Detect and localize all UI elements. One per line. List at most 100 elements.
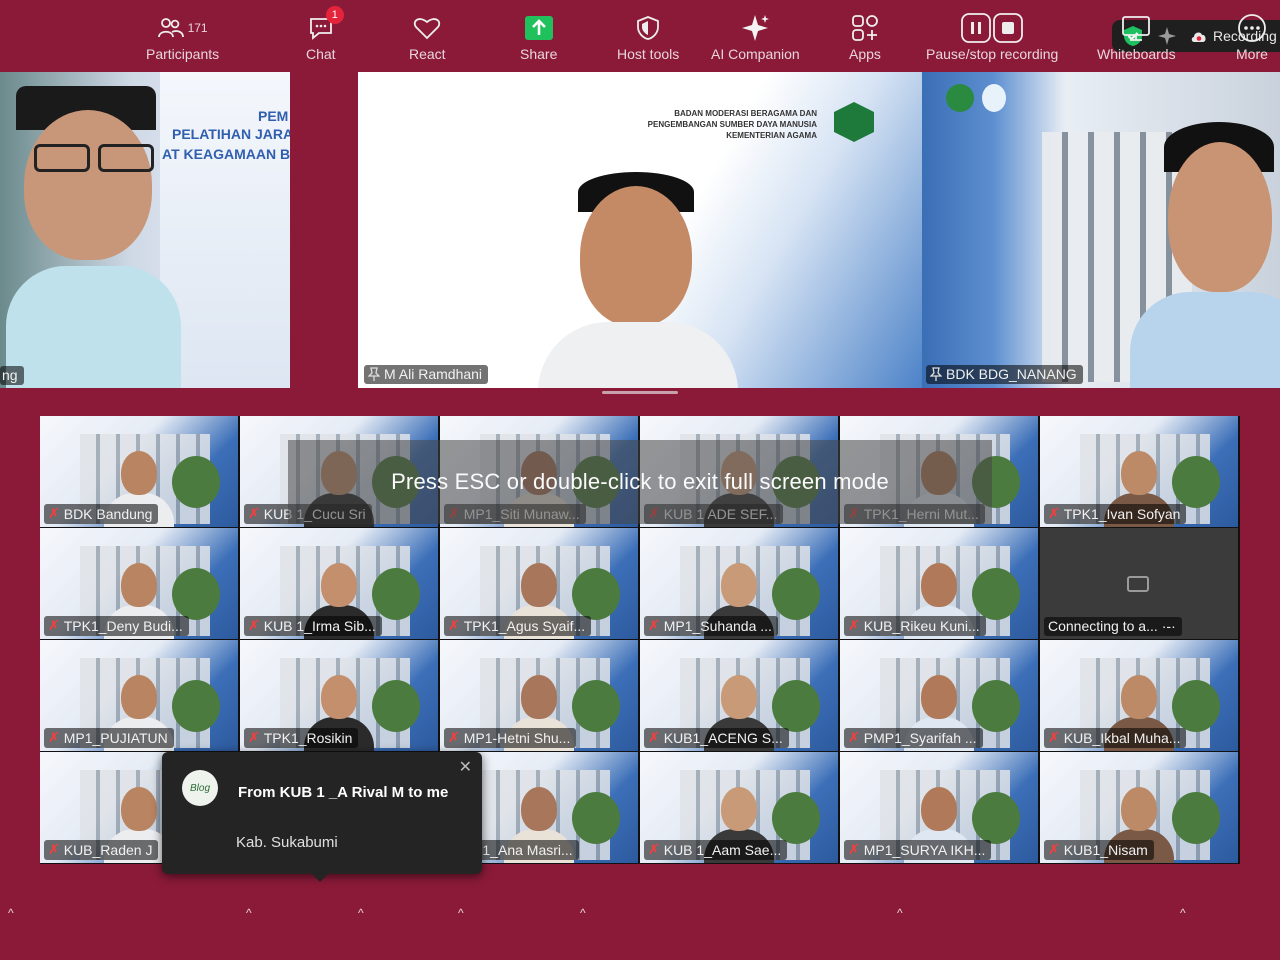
participant-tile[interactable]: ✗ KUB 1_Irma Sib... [240, 528, 440, 640]
share-label: Share [520, 46, 558, 62]
ai-sparkle-icon [742, 15, 770, 41]
participant-tile[interactable]: ✗ KUB_Ikbal Muha... [1040, 640, 1240, 752]
pause-stop-recording-label: Pause/stop recording [926, 46, 1059, 62]
participant-video [6, 86, 181, 388]
more-button[interactable]: More [1236, 12, 1268, 62]
chat-caret[interactable]: ^ [358, 906, 364, 920]
slide-header: BADAN MODERASI BERAGAMA DAN PENGEMBANGAN… [648, 108, 817, 141]
pause-stop-recording-button[interactable]: Pause/stop recording [926, 12, 1058, 62]
participant-name: KUB 1_Aam Sae... [663, 841, 782, 858]
tree-background [172, 456, 220, 508]
chat-message-popup[interactable]: Blog From KUB 1 _A Rival M to me Kab. Su… [162, 752, 482, 882]
more-dots-icon [1238, 14, 1266, 42]
audio-options-caret[interactable]: ^ [8, 906, 14, 920]
participant-name: TPK1_Rosikin [263, 729, 353, 746]
banner-text-2: PELATIHAN JARA [172, 126, 290, 142]
participant-tile[interactable]: ✗ TPK1_Deny Budi... [40, 528, 240, 640]
participant-name: Connecting to a... [1048, 618, 1158, 634]
participant-name-tag: ✗ KUB1_ACENG S... [644, 728, 789, 748]
react-caret[interactable]: ^ [458, 906, 464, 920]
participants-button[interactable]: 171 Participants [146, 12, 219, 62]
microphone-muted-icon: ✗ [48, 729, 60, 745]
more-dots-icon: ·-· [1161, 618, 1176, 634]
participant-name-tag: ✗ KUB1_Nisam [1044, 840, 1154, 860]
participant-name-tag: ✗ KUB_Rikeu Kuni... [844, 616, 986, 636]
microphone-muted-icon: ✗ [448, 729, 460, 745]
host-tools-label: Host tools [617, 46, 680, 62]
participant-name: MP1-Hetni Shu... [463, 729, 571, 746]
microphone-muted-icon: ✗ [48, 841, 60, 857]
participant-tile[interactable]: ✗ MP1_PUJIATUN [40, 640, 240, 752]
participant-tile[interactable]: ✗ PMP1_Syarifah ... [840, 640, 1040, 752]
tree-background [572, 680, 620, 732]
chat-sender: From KUB 1 _A Rival M to me [238, 784, 449, 801]
participant-tile[interactable]: ✗ KUB_Rikeu Kuni... [840, 528, 1040, 640]
participant-tile[interactable]: ✗ MP1-Hetni Shu... [440, 640, 640, 752]
meeting-toolbar [0, 886, 1280, 960]
participant-tile[interactable]: ✗ BDK Bandung [40, 416, 240, 528]
whiteboards-caret[interactable]: ^ [1180, 906, 1186, 920]
participant-video [538, 172, 738, 388]
participant-tile[interactable]: Connecting to a... ·-· [1040, 528, 1240, 640]
chat-label: Chat [306, 46, 336, 62]
connecting-icon [1127, 576, 1149, 592]
microphone-muted-icon: ✗ [1048, 841, 1060, 857]
chat-button[interactable]: 1 Chat [306, 6, 344, 62]
participant-tile[interactable]: ✗ TPK1_Ivan Sofyan [1040, 416, 1240, 528]
react-label: React [409, 46, 446, 62]
speaker-name: BDK BDG_NANANG [946, 366, 1077, 382]
tree-background [572, 568, 620, 620]
tree-background [972, 680, 1020, 732]
react-button[interactable]: React [409, 12, 446, 62]
apps-grid-icon [852, 15, 878, 41]
slide-header-line-1: BADAN MODERASI BERAGAMA DAN [674, 109, 817, 118]
speaker-name-tag: ng [0, 366, 24, 385]
tree-background [772, 680, 820, 732]
speaker-tile-left[interactable]: PEM PELATIHAN JARA AT KEAGAMAAN B ng [0, 72, 290, 388]
whiteboards-button[interactable]: Whiteboards [1097, 12, 1176, 62]
participant-name-tag: ✗ MP1_Suhanda ... [644, 616, 778, 636]
popup-tail [312, 874, 328, 882]
participant-tile[interactable]: ✗ MP1_SURYA IKH... [840, 752, 1040, 864]
microphone-muted-icon: ✗ [648, 841, 660, 857]
participant-tile[interactable]: ✗ TPK1_Rosikin [240, 640, 440, 752]
participant-tile[interactable]: ✗ KUB1_ACENG S... [640, 640, 840, 752]
strip-resize-handle[interactable] [602, 391, 678, 394]
participant-name-tag: ✗ PMP1_Syarifah ... [844, 728, 983, 748]
fullscreen-exit-notice: Press ESC or double-click to exit full s… [288, 440, 992, 524]
microphone-muted-icon: ✗ [1048, 505, 1060, 521]
participant-tile[interactable]: ✗ KUB 1_Aam Sae... [640, 752, 840, 864]
share-caret[interactable]: ^ [580, 906, 586, 920]
microphone-muted-icon: ✗ [648, 617, 660, 633]
participant-tile[interactable]: ✗ MP1_Suhanda ... [640, 528, 840, 640]
participant-name-tag: Connecting to a... ·-· [1044, 617, 1182, 636]
apps-caret[interactable]: ^ [897, 906, 903, 920]
ai-companion-button[interactable]: AI Companion [711, 12, 800, 62]
participant-name-tag: ✗ MP1_SURYA IKH... [844, 840, 992, 860]
tree-background [172, 680, 220, 732]
host-tools-button[interactable]: Host tools [617, 12, 679, 62]
close-icon[interactable]: ✕ [459, 757, 472, 777]
microphone-muted-icon: ✗ [848, 617, 860, 633]
participants-caret[interactable]: ^ [246, 906, 252, 920]
participant-name: MP1_PUJIATUN [63, 729, 168, 746]
participants-icon [157, 18, 184, 38]
speaker-tile-right[interactable]: BDK BDG_NANANG [922, 72, 1280, 388]
speaker-name: ng [2, 367, 18, 383]
participant-tile[interactable]: ✗ KUB1_Nisam [1040, 752, 1240, 864]
speaker-tile-active[interactable]: BADAN MODERASI BERAGAMA DAN PENGEMBANGAN… [358, 72, 922, 388]
pin-icon [930, 367, 942, 381]
tree-background [572, 792, 620, 844]
apps-button[interactable]: Apps [849, 12, 881, 62]
participant-name: KUB_Rikeu Kuni... [863, 617, 980, 634]
water-drop-icon [982, 84, 1006, 112]
chat-unread-badge: 1 [325, 6, 344, 24]
participant-name-tag: ✗ KUB 1_Irma Sib... [244, 616, 382, 636]
tree-background [772, 792, 820, 844]
participant-tile[interactable]: ✗ TPK1_Agus Syaif... [440, 528, 640, 640]
participant-name-tag: ✗ TPK1_Rosikin [244, 728, 359, 748]
tree-background [772, 568, 820, 620]
participant-name-tag: ✗ MP1-Hetni Shu... [444, 728, 577, 748]
participant-name-tag: ✗ KUB_Raden J [44, 840, 159, 860]
share-button[interactable]: Share [520, 12, 557, 62]
